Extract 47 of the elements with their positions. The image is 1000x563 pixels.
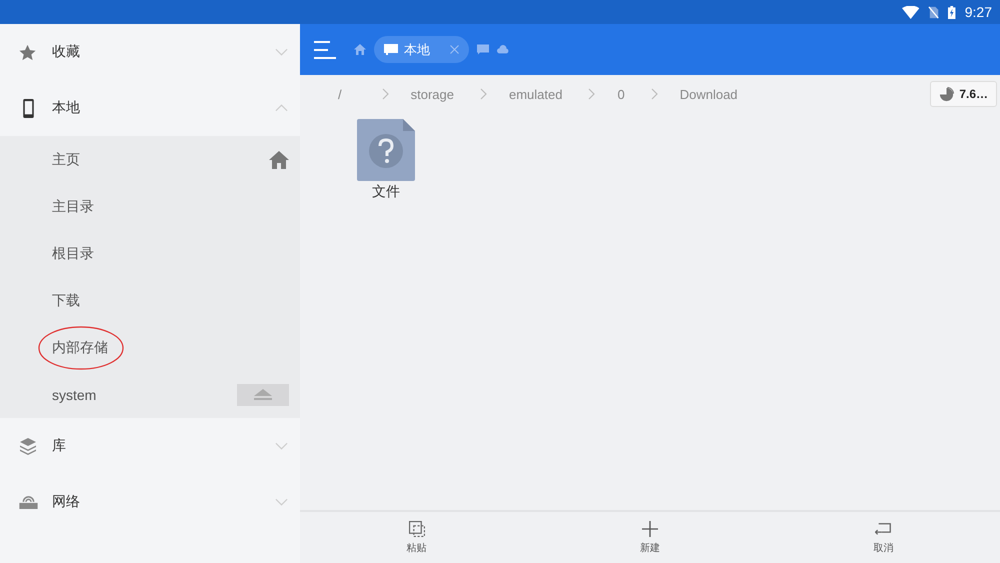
storage-usage-button[interactable]: 7.6… [930,81,997,107]
message-icon[interactable] [477,44,489,55]
chevron-right-icon [480,88,487,100]
sidebar-section[interactable]: 收藏 [0,24,300,80]
sidebar-item[interactable]: 下载 [0,277,300,324]
breadcrumb[interactable]: storage [410,86,454,102]
breadcrumb[interactable]: emulated [509,86,562,102]
undo-icon [875,520,892,536]
breadcrumb[interactable]: 0 [617,86,625,102]
tab-icon [384,44,398,55]
home-icon[interactable] [354,44,366,55]
sidebar-section[interactable]: 网络 [0,474,300,530]
sidebar-item[interactable]: 主目录 [0,183,300,230]
eject-button[interactable] [237,384,289,406]
sidebar-section[interactable]: 库 [0,418,300,474]
status-time: 9:27 [964,4,992,20]
sidebar-item[interactable]: 主页 [0,136,300,183]
router-icon [18,495,38,509]
phone-icon [22,98,34,118]
plus-icon [642,520,658,536]
new-button[interactable]: 新建 [533,512,767,563]
battery-icon [948,6,956,18]
unknown-file-icon [357,119,415,181]
menu-icon[interactable] [314,40,336,58]
breadcrumb[interactable]: / [338,86,342,102]
eject-icon [254,389,272,400]
close-icon[interactable] [450,45,459,54]
star-icon [19,44,37,60]
home-icon[interactable] [269,150,289,168]
wifi-icon [902,6,920,18]
paste-button[interactable]: 粘贴 [300,512,534,563]
layers-icon [19,438,37,454]
pie-chart-icon [939,86,954,102]
tab[interactable]: 本地 [374,36,469,63]
chevron-right-icon [382,88,389,100]
chevron-right-icon [588,88,596,100]
file-item[interactable]: 文件 [354,119,418,201]
cancel-button[interactable]: 取消 [766,512,1000,563]
breadcrumb[interactable]: Download [680,86,738,102]
cloud-icon[interactable] [497,44,509,55]
sidebar-item[interactable]: 内部存储 [0,324,300,371]
sidebar-item[interactable]: 根目录 [0,230,300,277]
sidebar-section[interactable]: 本地 [0,80,300,136]
no-sim-icon [928,6,940,18]
sidebar-item[interactable]: system [0,371,300,418]
chevron-right-icon [650,88,658,100]
paste-icon [408,520,425,536]
